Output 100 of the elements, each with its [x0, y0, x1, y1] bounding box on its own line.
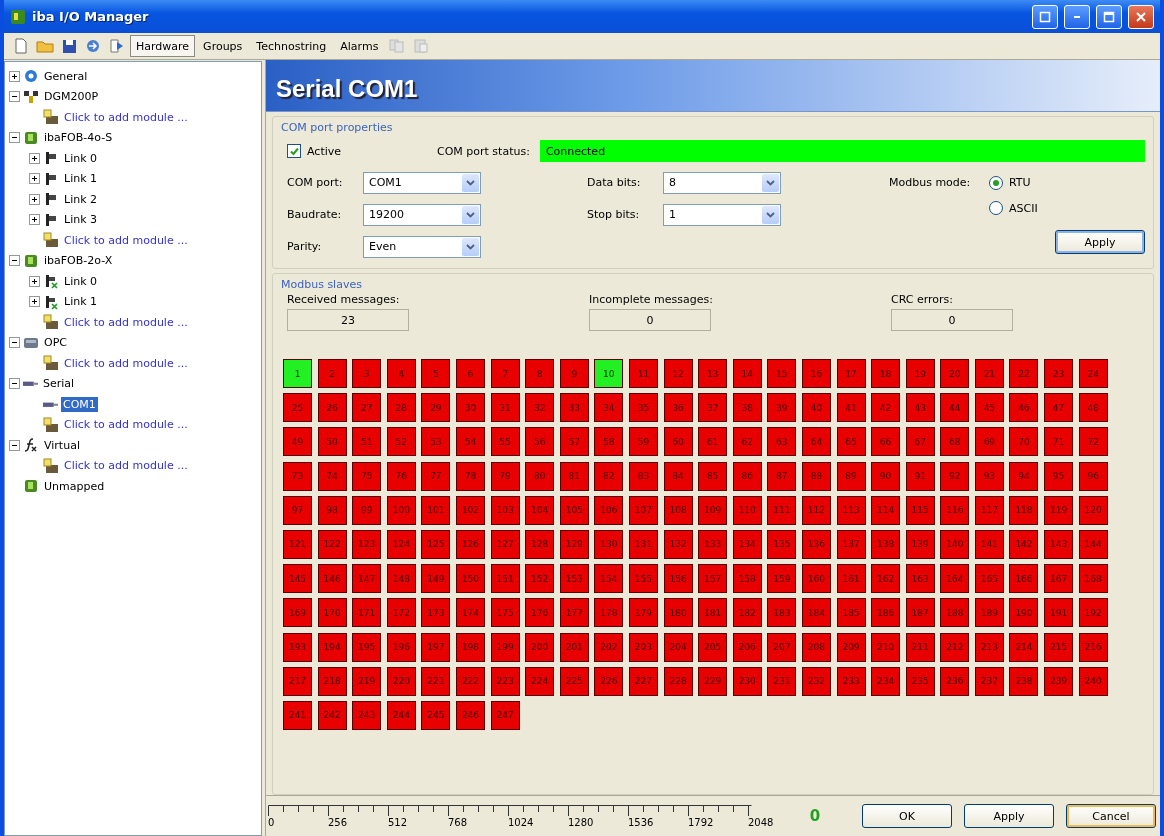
slave-indicator[interactable]: 61	[698, 427, 728, 457]
slave-indicator[interactable]: 94	[1009, 461, 1039, 491]
tree-item[interactable]: General	[42, 68, 90, 84]
maximize-button[interactable]	[1096, 4, 1122, 29]
slave-indicator[interactable]: 79	[490, 461, 520, 491]
slave-indicator[interactable]: 7	[490, 359, 520, 388]
slave-indicator[interactable]: 218	[317, 666, 347, 696]
slave-indicator[interactable]: 127	[490, 529, 520, 559]
slave-indicator[interactable]: 48	[1078, 393, 1108, 423]
slave-indicator[interactable]: 211	[905, 632, 935, 662]
slave-indicator[interactable]: 237	[974, 666, 1004, 696]
slave-indicator[interactable]: 71	[1044, 427, 1074, 457]
slave-indicator[interactable]: 78	[455, 461, 485, 491]
slave-indicator[interactable]: 139	[905, 529, 935, 559]
slave-indicator[interactable]: 228	[663, 666, 693, 696]
slave-indicator[interactable]: 124	[386, 529, 416, 559]
slave-indicator[interactable]: 15	[767, 359, 797, 388]
slave-indicator[interactable]: 219	[352, 666, 382, 696]
slave-indicator[interactable]: 229	[698, 666, 728, 696]
slave-indicator[interactable]: 208	[801, 632, 831, 662]
dialog-button[interactable]: Apply	[964, 804, 1054, 828]
slave-indicator[interactable]: 158	[732, 564, 762, 594]
slave-indicator[interactable]: 178	[594, 598, 624, 628]
slave-indicator[interactable]: 226	[594, 666, 624, 696]
slave-indicator[interactable]: 65	[836, 427, 866, 457]
slave-indicator[interactable]: 183	[767, 598, 797, 628]
slave-indicator[interactable]: 117	[974, 495, 1004, 525]
slave-indicator[interactable]: 145	[283, 564, 312, 594]
slave-indicator[interactable]: 59	[628, 427, 658, 457]
slave-indicator[interactable]: 188	[940, 598, 970, 628]
slave-indicator[interactable]: 25	[283, 393, 312, 423]
slave-indicator[interactable]: 116	[940, 495, 970, 525]
slave-indicator[interactable]: 185	[836, 598, 866, 628]
slave-indicator[interactable]: 16	[801, 359, 831, 388]
tree-item[interactable]: Click to add module ...	[62, 314, 190, 330]
slave-indicator[interactable]: 135	[767, 529, 797, 559]
slave-indicator[interactable]: 51	[352, 427, 382, 457]
slave-indicator[interactable]: 174	[455, 598, 485, 628]
slave-indicator[interactable]: 195	[352, 632, 382, 662]
expand-toggle[interactable]	[9, 255, 20, 267]
slave-indicator[interactable]: 240	[1078, 666, 1108, 696]
slave-indicator[interactable]: 70	[1009, 427, 1039, 457]
slave-indicator[interactable]: 220	[386, 666, 416, 696]
slave-indicator[interactable]: 175	[490, 598, 520, 628]
tree-item[interactable]: Unmapped	[42, 478, 107, 494]
tree-item[interactable]: DGM200P	[42, 89, 101, 105]
slave-indicator[interactable]: 41	[836, 393, 866, 423]
slave-indicator[interactable]: 68	[940, 427, 970, 457]
slave-indicator[interactable]: 179	[628, 598, 658, 628]
slave-indicator[interactable]: 197	[421, 632, 451, 662]
slave-indicator[interactable]: 154	[594, 564, 624, 594]
slave-indicator[interactable]: 151	[490, 564, 520, 594]
slave-indicator[interactable]: 20	[940, 359, 970, 388]
slave-indicator[interactable]: 76	[386, 461, 416, 491]
slave-indicator[interactable]: 121	[283, 529, 312, 559]
slave-indicator[interactable]: 180	[663, 598, 693, 628]
slave-indicator[interactable]: 194	[317, 632, 347, 662]
slave-indicator[interactable]: 241	[283, 700, 312, 730]
toolbar-tab[interactable]: Alarms	[334, 35, 385, 57]
slave-indicator[interactable]: 236	[940, 666, 970, 696]
slave-indicator[interactable]: 92	[940, 461, 970, 491]
slave-indicator[interactable]: 125	[421, 529, 451, 559]
slave-indicator[interactable]: 239	[1044, 666, 1074, 696]
slave-indicator[interactable]: 101	[421, 495, 451, 525]
slave-indicator[interactable]: 234	[871, 666, 901, 696]
slave-indicator[interactable]: 238	[1009, 666, 1039, 696]
slave-indicator[interactable]: 173	[421, 598, 451, 628]
dropdown[interactable]: Even	[363, 235, 481, 258]
slave-indicator[interactable]: 1	[283, 359, 312, 388]
slave-indicator[interactable]: 199	[490, 632, 520, 662]
slave-indicator[interactable]: 163	[905, 564, 935, 594]
slave-indicator[interactable]: 67	[905, 427, 935, 457]
slave-indicator[interactable]: 203	[628, 632, 658, 662]
slave-indicator[interactable]: 181	[698, 598, 728, 628]
slave-indicator[interactable]: 91	[905, 461, 935, 491]
slave-indicator[interactable]: 207	[767, 632, 797, 662]
toolbar-tab[interactable]: Groups	[197, 35, 249, 57]
slave-indicator[interactable]: 186	[871, 598, 901, 628]
expand-toggle[interactable]	[9, 91, 20, 103]
slave-indicator[interactable]: 55	[490, 427, 520, 457]
slave-indicator[interactable]: 216	[1078, 632, 1108, 662]
tree-item[interactable]: ibaFOB-4o-S	[42, 130, 115, 146]
slave-indicator[interactable]: 182	[732, 598, 762, 628]
slave-indicator[interactable]: 213	[974, 632, 1004, 662]
slave-indicator[interactable]: 214	[1009, 632, 1039, 662]
slave-indicator[interactable]: 137	[836, 529, 866, 559]
slave-indicator[interactable]: 73	[283, 461, 312, 491]
expand-toggle[interactable]	[29, 275, 40, 287]
slave-indicator[interactable]: 245	[421, 700, 451, 730]
slave-indicator[interactable]: 126	[455, 529, 485, 559]
slave-indicator[interactable]: 184	[801, 598, 831, 628]
slave-indicator[interactable]: 157	[698, 564, 728, 594]
slave-indicator[interactable]: 4	[386, 359, 416, 388]
slave-indicator[interactable]: 47	[1044, 393, 1074, 423]
slave-indicator[interactable]: 122	[317, 529, 347, 559]
slave-indicator[interactable]: 27	[352, 393, 382, 423]
slave-indicator[interactable]: 114	[871, 495, 901, 525]
slave-indicator[interactable]: 19	[905, 359, 935, 388]
slave-indicator[interactable]: 58	[594, 427, 624, 457]
slave-indicator[interactable]: 159	[767, 564, 797, 594]
